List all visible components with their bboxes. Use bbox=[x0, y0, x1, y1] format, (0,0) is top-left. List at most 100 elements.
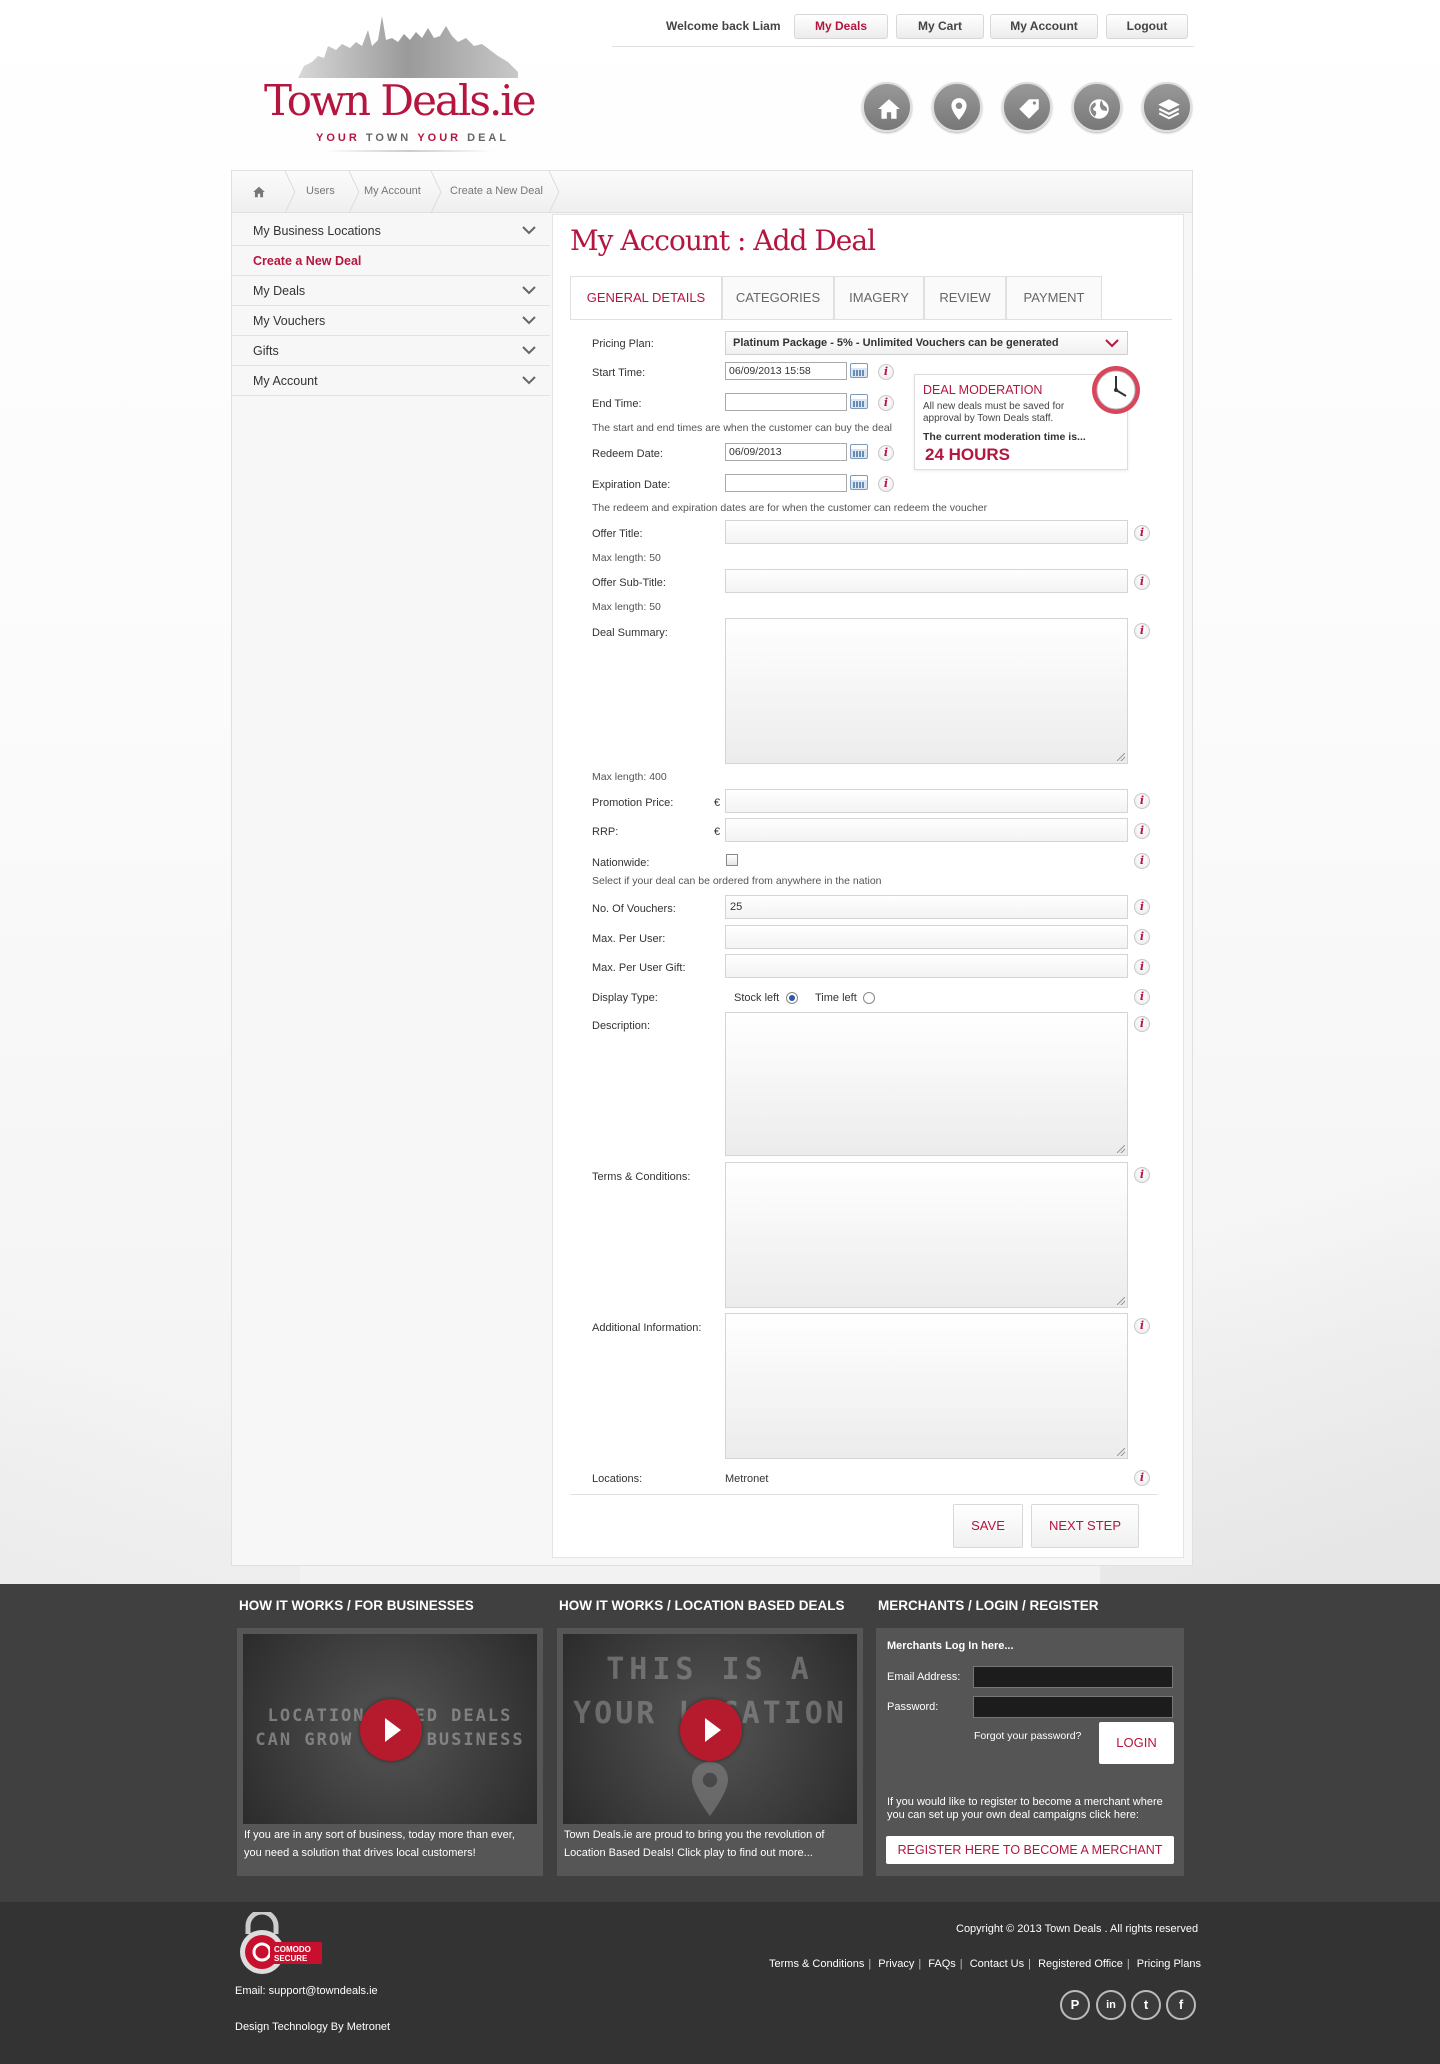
promotion-price-info-icon[interactable]: i bbox=[1134, 793, 1150, 809]
terms-textarea[interactable] bbox=[725, 1162, 1128, 1308]
end-time-input[interactable] bbox=[725, 393, 847, 411]
max-per-user-gift-input[interactable] bbox=[725, 954, 1128, 978]
vouchers-info-icon[interactable]: i bbox=[1134, 899, 1150, 915]
categories-nav-button[interactable] bbox=[1142, 82, 1192, 132]
next-step-button[interactable]: NEXT STEP bbox=[1031, 1504, 1139, 1548]
redeem-date-info-icon[interactable]: i bbox=[878, 445, 894, 461]
svg-text:SECURE: SECURE bbox=[274, 1954, 308, 1963]
nationwide-checkbox[interactable] bbox=[726, 854, 738, 866]
description-info-icon[interactable]: i bbox=[1134, 1016, 1150, 1032]
merchant-password-input[interactable] bbox=[973, 1696, 1173, 1718]
register-merchant-button[interactable]: REGISTER HERE TO BECOME A MERCHANT bbox=[886, 1836, 1174, 1864]
stock-left-radio[interactable] bbox=[786, 992, 798, 1004]
footer-email[interactable]: Email: support@towndeals.ie bbox=[235, 1985, 378, 1997]
breadcrumb-home-icon[interactable] bbox=[252, 185, 266, 199]
tab-imagery[interactable]: IMAGERY bbox=[834, 276, 924, 320]
offer-title-info-icon[interactable]: i bbox=[1134, 525, 1150, 541]
nationwide-info-icon[interactable]: i bbox=[1134, 853, 1150, 869]
linkedin-icon[interactable]: in bbox=[1096, 1990, 1126, 2020]
tab-categories[interactable]: CATEGORIES bbox=[722, 276, 834, 320]
redeem-date-input[interactable]: 06/09/2013 bbox=[725, 443, 847, 461]
deal-summary-info-icon[interactable]: i bbox=[1134, 623, 1150, 639]
sidebar-item-create-deal[interactable]: Create a New Deal bbox=[232, 246, 550, 276]
time-left-radio[interactable] bbox=[863, 992, 875, 1004]
footer-link-pricing[interactable]: Pricing Plans bbox=[1137, 1958, 1201, 1970]
end-time-calendar-icon[interactable] bbox=[850, 394, 868, 409]
vouchers-input[interactable]: 25 bbox=[725, 895, 1128, 919]
footer-link-privacy[interactable]: Privacy bbox=[878, 1958, 914, 1970]
sidebar-item-my-vouchers[interactable]: My Vouchers bbox=[232, 306, 550, 336]
tab-payment[interactable]: PAYMENT bbox=[1006, 276, 1102, 320]
expiration-date-info-icon[interactable]: i bbox=[878, 476, 894, 492]
redeem-date-calendar-icon[interactable] bbox=[850, 444, 868, 459]
start-time-info-icon[interactable]: i bbox=[878, 364, 894, 380]
expiration-date-input[interactable] bbox=[725, 474, 847, 492]
merchant-login-button[interactable]: LOGIN bbox=[1099, 1722, 1174, 1764]
footer-bottom bbox=[0, 1902, 1440, 2064]
my-deals-button[interactable]: My Deals bbox=[794, 14, 888, 39]
deals-nav-button[interactable] bbox=[1002, 82, 1052, 132]
start-time-calendar-icon[interactable] bbox=[850, 363, 868, 378]
moderation-text: All new deals must be saved for approval… bbox=[923, 401, 1065, 424]
my-account-button[interactable]: My Account bbox=[990, 14, 1098, 39]
tab-general-details[interactable]: GENERAL DETAILS bbox=[570, 276, 722, 320]
expiration-date-calendar-icon[interactable] bbox=[850, 475, 868, 490]
max-per-user-info-icon[interactable]: i bbox=[1134, 929, 1150, 945]
end-time-info-icon[interactable]: i bbox=[878, 395, 894, 411]
rrp-input[interactable] bbox=[725, 818, 1128, 842]
description-textarea[interactable] bbox=[725, 1012, 1128, 1156]
merchant-email-input[interactable] bbox=[973, 1666, 1173, 1688]
offer-subtitle-input[interactable] bbox=[725, 569, 1128, 593]
save-button[interactable]: SAVE bbox=[953, 1504, 1023, 1548]
facebook-icon[interactable]: f bbox=[1166, 1990, 1196, 2020]
start-time-label: Start Time: bbox=[592, 367, 646, 379]
offer-subtitle-max: Max length: 50 bbox=[592, 601, 661, 613]
max-per-user-gift-info-icon[interactable]: i bbox=[1134, 959, 1150, 975]
footer-link-contact[interactable]: Contact Us bbox=[970, 1958, 1024, 1970]
sidebar-item-my-deals[interactable]: My Deals bbox=[232, 276, 550, 306]
page-title: My Account : Add Deal bbox=[570, 224, 876, 257]
sidebar-item-my-account[interactable]: My Account bbox=[232, 366, 550, 396]
footer-link-terms[interactable]: Terms & Conditions bbox=[769, 1958, 864, 1970]
play-icon[interactable] bbox=[360, 1699, 422, 1761]
additional-info-info-icon[interactable]: i bbox=[1134, 1318, 1150, 1334]
logout-button[interactable]: Logout bbox=[1106, 14, 1188, 39]
sidebar-item-business-locations[interactable]: My Business Locations bbox=[232, 216, 550, 246]
layers-icon bbox=[1158, 99, 1180, 120]
my-cart-button[interactable]: My Cart bbox=[896, 14, 984, 39]
offer-subtitle-info-icon[interactable]: i bbox=[1134, 574, 1150, 590]
promotion-price-input[interactable] bbox=[725, 789, 1128, 813]
forgot-password-link[interactable]: Forgot your password? bbox=[974, 1730, 1081, 1742]
start-time-input[interactable]: 06/09/2013 15:58 bbox=[725, 362, 847, 380]
sidebar-item-gifts[interactable]: Gifts bbox=[232, 336, 550, 366]
breadcrumb-users[interactable]: Users bbox=[306, 185, 335, 197]
offer-title-input[interactable] bbox=[725, 520, 1128, 544]
footer-link-registered-office[interactable]: Registered Office bbox=[1038, 1958, 1123, 1970]
footer-link-faqs[interactable]: FAQs bbox=[928, 1958, 956, 1970]
deal-summary-textarea[interactable] bbox=[725, 618, 1128, 764]
max-per-user-input[interactable] bbox=[725, 925, 1128, 949]
rrp-info-icon[interactable]: i bbox=[1134, 823, 1150, 839]
location-nav-button[interactable] bbox=[932, 82, 982, 132]
footer-credit[interactable]: Design Technology By Metronet bbox=[235, 2021, 390, 2033]
additional-info-textarea[interactable] bbox=[725, 1313, 1128, 1459]
clock-icon bbox=[1092, 366, 1140, 414]
twitter-icon[interactable]: t bbox=[1131, 1990, 1161, 2020]
promotion-price-label: Promotion Price: bbox=[592, 797, 674, 809]
businesses-video[interactable]: LOCATION BASED DEALS CAN GROW YOUR BUSIN… bbox=[243, 1634, 537, 1824]
home-nav-button[interactable] bbox=[862, 82, 912, 132]
display-type-info-icon[interactable]: i bbox=[1134, 989, 1150, 1005]
location-video[interactable]: THIS IS A YOUR LOCATION bbox=[563, 1634, 857, 1824]
pricing-plan-select[interactable]: Platinum Package - 5% - Unlimited Vouche… bbox=[725, 331, 1128, 355]
site-logo[interactable]: Town Deals.ie YOUR TOWN YOUR DEAL bbox=[264, 16, 544, 156]
locations-info-icon[interactable]: i bbox=[1134, 1470, 1150, 1486]
tab-review[interactable]: REVIEW bbox=[924, 276, 1006, 320]
terms-info-icon[interactable]: i bbox=[1134, 1167, 1150, 1183]
vouchers-label: No. Of Vouchers: bbox=[592, 903, 676, 915]
pinterest-icon[interactable]: P bbox=[1060, 1990, 1090, 2020]
play-icon[interactable] bbox=[680, 1699, 742, 1761]
breadcrumb-my-account[interactable]: My Account bbox=[364, 185, 421, 197]
merchant-login-box: Merchants Log In here... Email Address: … bbox=[876, 1628, 1184, 1876]
nationwide-nav-button[interactable] bbox=[1072, 82, 1122, 132]
brand-name: Town Deals.ie bbox=[264, 76, 537, 125]
